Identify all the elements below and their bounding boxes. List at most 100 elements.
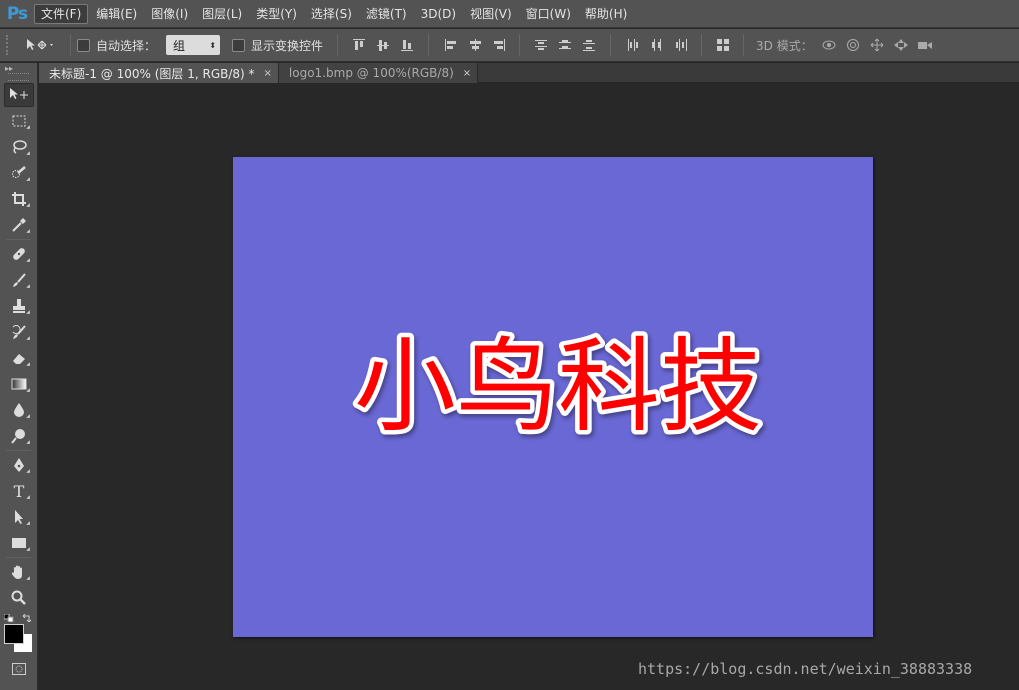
brush-tool-icon xyxy=(13,273,26,287)
menu-edit[interactable]: 编辑(E) xyxy=(90,4,143,24)
eraser-tool[interactable] xyxy=(4,346,34,370)
auto-select-value: 组 xyxy=(173,38,186,53)
options-bar-grip[interactable] xyxy=(6,35,12,55)
align-top-icon[interactable] xyxy=(350,37,367,53)
hand-tool[interactable] xyxy=(4,560,34,584)
marquee-tool[interactable] xyxy=(4,109,34,133)
move-tool-icon xyxy=(10,88,28,99)
align-hcenter-icon[interactable] xyxy=(466,37,483,53)
align-bottom-icon[interactable] xyxy=(398,37,415,53)
photoshop-logo: Ps xyxy=(6,3,28,24)
toolbox: ▸▸ T xyxy=(0,63,38,690)
quick-mask-button[interactable] xyxy=(4,662,34,676)
crop-tool-icon xyxy=(12,192,26,206)
type-tool-icon: T xyxy=(13,481,25,501)
auto-select-label: 自动选择： xyxy=(96,38,157,53)
brush-tool[interactable] xyxy=(4,268,34,292)
options-separator xyxy=(70,34,71,56)
toolbox-expand-icon[interactable]: ▸▸ xyxy=(0,63,37,73)
mode-3d-label: 3D 模式： xyxy=(756,38,813,53)
menu-window[interactable]: 窗口(W) xyxy=(520,4,577,24)
zoom-tool-icon xyxy=(11,590,26,605)
menu-select[interactable]: 选择(S) xyxy=(305,4,358,24)
menu-image[interactable]: 图像(I) xyxy=(145,4,194,24)
eyedropper-tool-icon xyxy=(12,218,26,232)
type-tool[interactable]: T xyxy=(4,479,34,503)
dodge-tool-icon xyxy=(11,429,25,444)
distribute-top-icon[interactable] xyxy=(532,37,549,53)
slide-3d-icon[interactable] xyxy=(893,37,910,53)
history-brush-tool[interactable] xyxy=(4,320,34,344)
scale-3d-icon[interactable] xyxy=(917,37,934,53)
options-bar: 自动选择： 组 ⬍ 显示变换控件 3D 模式： xyxy=(0,29,1019,62)
canvas-artwork: 小鸟科技 xyxy=(350,324,767,452)
options-separator xyxy=(610,34,612,56)
menu-layer[interactable]: 图层(L) xyxy=(196,4,248,24)
color-swatches xyxy=(0,614,38,662)
auto-select-checkbox[interactable] xyxy=(77,38,90,52)
pen-tool[interactable] xyxy=(4,453,34,477)
menu-3d[interactable]: 3D(D) xyxy=(415,4,462,24)
align-right-icon[interactable] xyxy=(490,37,507,53)
healing-brush-tool[interactable] xyxy=(4,242,34,266)
swap-colors-icon[interactable] xyxy=(22,614,32,622)
quick-select-tool-icon xyxy=(12,166,26,178)
options-separator xyxy=(743,34,745,56)
rotate-3d-icon[interactable] xyxy=(821,37,838,53)
tab-close-icon[interactable]: × xyxy=(463,68,471,79)
move-tool[interactable] xyxy=(4,83,34,107)
rectangle-tool-icon xyxy=(12,538,26,548)
crop-tool[interactable] xyxy=(4,187,34,211)
drag-3d-icon[interactable] xyxy=(869,37,886,53)
auto-select-dropdown[interactable]: 组 ⬍ xyxy=(166,35,221,55)
roll-3d-icon[interactable] xyxy=(845,37,862,53)
distribute-hcenter-icon[interactable] xyxy=(648,37,665,53)
marquee-tool-icon xyxy=(12,115,26,127)
distribute-vcenter-icon[interactable] xyxy=(556,37,573,53)
toolbox-separator xyxy=(6,239,31,240)
default-colors-icon[interactable] xyxy=(4,614,14,622)
dodge-tool[interactable] xyxy=(4,424,34,448)
clone-stamp-tool[interactable] xyxy=(4,294,34,318)
options-separator xyxy=(337,34,339,56)
auto-align-layers-icon[interactable] xyxy=(714,37,731,53)
quick-mask-icon xyxy=(12,663,26,675)
options-separator xyxy=(428,34,430,56)
options-separator xyxy=(701,34,703,56)
tab-title: logo1.bmp @ 100%(RGB/8) xyxy=(288,66,454,80)
show-transform-checkbox[interactable] xyxy=(232,38,246,52)
blur-tool[interactable] xyxy=(4,398,34,422)
menu-type[interactable]: 类型(Y) xyxy=(250,4,303,24)
align-vcenter-icon[interactable] xyxy=(374,37,391,53)
menu-view[interactable]: 视图(V) xyxy=(464,4,518,24)
tab-untitled-1[interactable]: 未标题-1 @ 100% (图层 1, RGB/8) * × xyxy=(39,63,279,83)
toolbox-separator xyxy=(6,557,31,558)
tab-logo1-bmp[interactable]: logo1.bmp @ 100%(RGB/8) × xyxy=(278,63,479,83)
align-buttons xyxy=(350,34,507,56)
document-workspace[interactable]: 小鸟科技 xyxy=(39,84,1019,690)
options-separator xyxy=(519,34,521,56)
toolbox-grip[interactable] xyxy=(8,73,29,81)
tab-close-icon[interactable]: × xyxy=(264,68,272,79)
lasso-tool[interactable] xyxy=(4,135,34,159)
show-transform-label: 显示变换控件 xyxy=(251,38,324,53)
distribute-right-icon[interactable] xyxy=(672,37,689,53)
gradient-tool[interactable] xyxy=(4,372,34,396)
foreground-color-swatch[interactable] xyxy=(4,624,24,644)
quick-select-tool[interactable] xyxy=(4,161,34,185)
path-select-tool[interactable] xyxy=(4,505,34,529)
distribute-bottom-icon[interactable] xyxy=(580,37,597,53)
align-left-icon[interactable] xyxy=(442,37,459,53)
eyedropper-tool[interactable] xyxy=(4,213,34,237)
distribute-left-icon[interactable] xyxy=(624,37,641,53)
rectangle-tool[interactable] xyxy=(4,531,34,555)
tool-preset-picker[interactable] xyxy=(24,37,64,53)
document-canvas[interactable]: 小鸟科技 xyxy=(233,157,873,637)
menu-filter[interactable]: 滤镜(T) xyxy=(360,4,413,24)
menu-help[interactable]: 帮助(H) xyxy=(579,4,633,24)
menu-file[interactable]: 文件(F) xyxy=(34,3,89,24)
menu-bar: Ps 文件(F) 编辑(E) 图像(I) 图层(L) 类型(Y) 选择(S) 滤… xyxy=(0,0,1019,28)
healing-brush-tool-icon xyxy=(13,248,25,260)
zoom-tool[interactable] xyxy=(4,586,34,610)
dropdown-arrows-icon: ⬍ xyxy=(209,40,217,50)
